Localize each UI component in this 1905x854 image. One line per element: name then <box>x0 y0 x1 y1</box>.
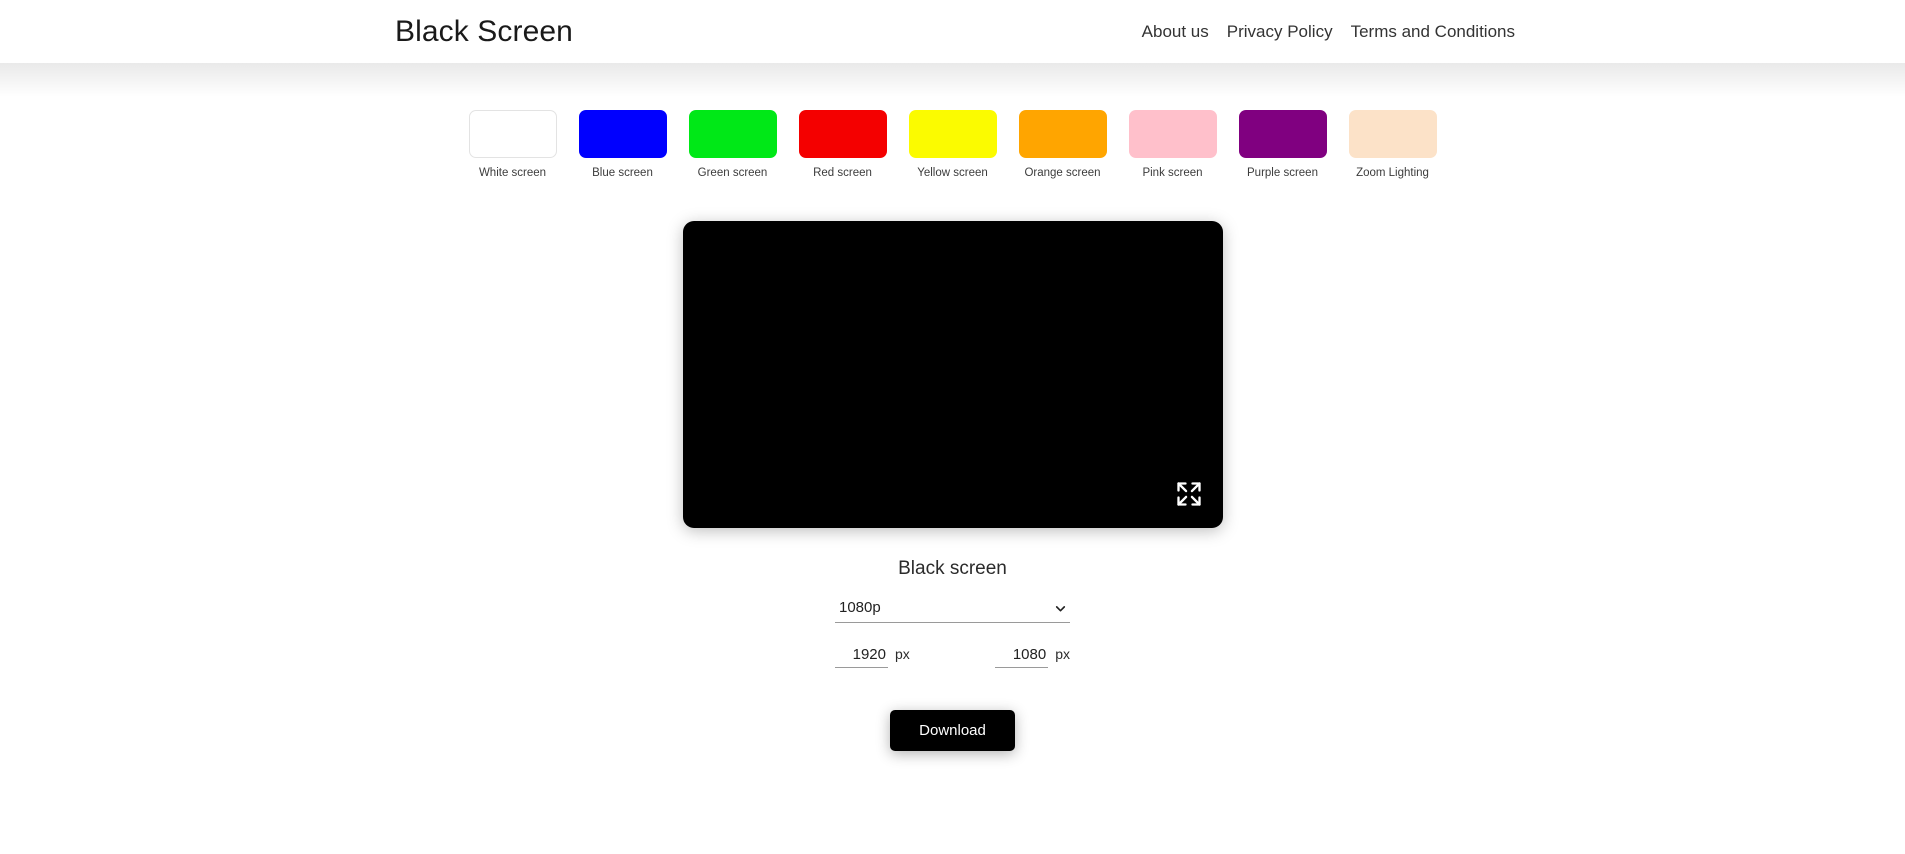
resolution-select[interactable]: 1080p <box>835 597 1070 623</box>
site-brand-logo[interactable]: Black Screen <box>395 17 573 47</box>
preview-caption: Black screen <box>0 558 1905 581</box>
main-content: White screen Blue screen Green screen Re… <box>0 63 1905 854</box>
dimension-inputs-row: px px <box>835 645 1070 668</box>
header-inner: Black Screen About us Privacy Policy Ter… <box>0 0 1905 63</box>
swatch-label: Red screen <box>813 167 872 181</box>
swatch-green-screen[interactable]: Green screen <box>689 110 777 181</box>
height-unit-label: px <box>1055 646 1070 662</box>
swatch-white-screen[interactable]: White screen <box>469 110 557 181</box>
swatch-label: White screen <box>479 167 546 181</box>
swatch-label: Orange screen <box>1024 167 1100 181</box>
height-group: px <box>995 645 1070 668</box>
swatch-label: Blue screen <box>592 167 653 181</box>
nav-link-privacy-policy[interactable]: Privacy Policy <box>1227 22 1333 42</box>
nav-link-terms-and-conditions[interactable]: Terms and Conditions <box>1351 22 1515 42</box>
swatch-label: Green screen <box>698 167 768 181</box>
swatch-zoom-lighting[interactable]: Zoom Lighting <box>1349 110 1437 181</box>
color-swatch-row: White screen Blue screen Green screen Re… <box>0 63 1905 181</box>
swatch-label: Pink screen <box>1142 167 1202 181</box>
swatch-color-box[interactable] <box>1129 110 1217 158</box>
site-header: Black Screen About us Privacy Policy Ter… <box>0 0 1905 63</box>
main-navigation: About us Privacy Policy Terms and Condit… <box>1142 22 1515 42</box>
height-input[interactable] <box>995 645 1048 668</box>
swatch-pink-screen[interactable]: Pink screen <box>1129 110 1217 181</box>
swatch-color-box[interactable] <box>1239 110 1327 158</box>
width-group: px <box>835 645 910 668</box>
expand-arrows-icon[interactable] <box>1175 480 1203 508</box>
swatch-color-box[interactable] <box>799 110 887 158</box>
resolution-select-row: 1080p <box>835 597 1070 623</box>
download-button[interactable]: Download <box>890 710 1015 751</box>
preview-wrapper <box>0 221 1905 528</box>
width-input[interactable] <box>835 645 888 668</box>
screen-preview[interactable] <box>683 221 1223 528</box>
swatch-color-box[interactable] <box>689 110 777 158</box>
swatch-label: Purple screen <box>1247 167 1318 181</box>
export-controls: 1080p px px <box>0 597 1905 668</box>
swatch-color-box[interactable] <box>579 110 667 158</box>
swatch-label: Yellow screen <box>917 167 988 181</box>
swatch-purple-screen[interactable]: Purple screen <box>1239 110 1327 181</box>
swatch-orange-screen[interactable]: Orange screen <box>1019 110 1107 181</box>
swatch-label: Zoom Lighting <box>1356 167 1429 181</box>
swatch-yellow-screen[interactable]: Yellow screen <box>909 110 997 181</box>
swatch-color-box[interactable] <box>469 110 557 158</box>
download-wrapper: Download <box>0 710 1905 751</box>
swatch-red-screen[interactable]: Red screen <box>799 110 887 181</box>
width-unit-label: px <box>895 646 910 662</box>
swatch-color-box[interactable] <box>1349 110 1437 158</box>
swatch-blue-screen[interactable]: Blue screen <box>579 110 667 181</box>
swatch-color-box[interactable] <box>909 110 997 158</box>
swatch-color-box[interactable] <box>1019 110 1107 158</box>
nav-link-about-us[interactable]: About us <box>1142 22 1209 42</box>
